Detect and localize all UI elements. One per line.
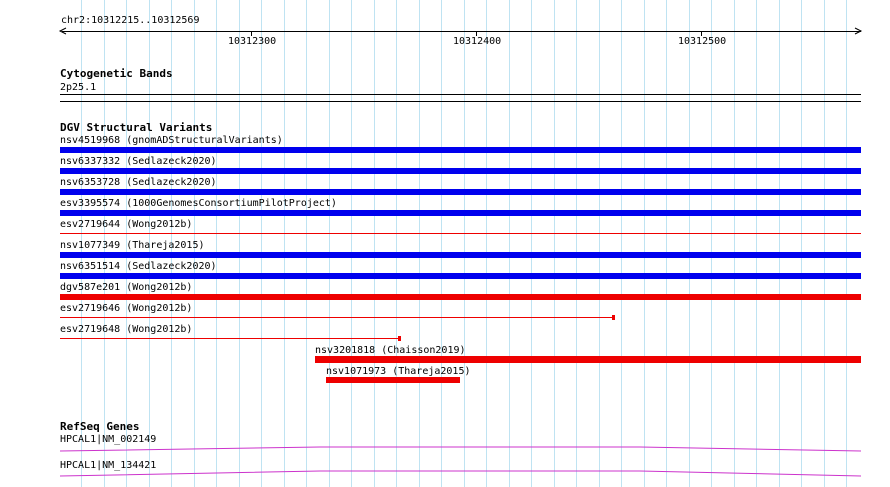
genome-browser-view: chr2:10312215..10312569 10312300 1031240… [0,0,890,487]
gene-features [59,446,862,477]
gene-feature-nm-134421 [59,470,862,477]
gene-feature-nm-002149 [59,446,862,452]
